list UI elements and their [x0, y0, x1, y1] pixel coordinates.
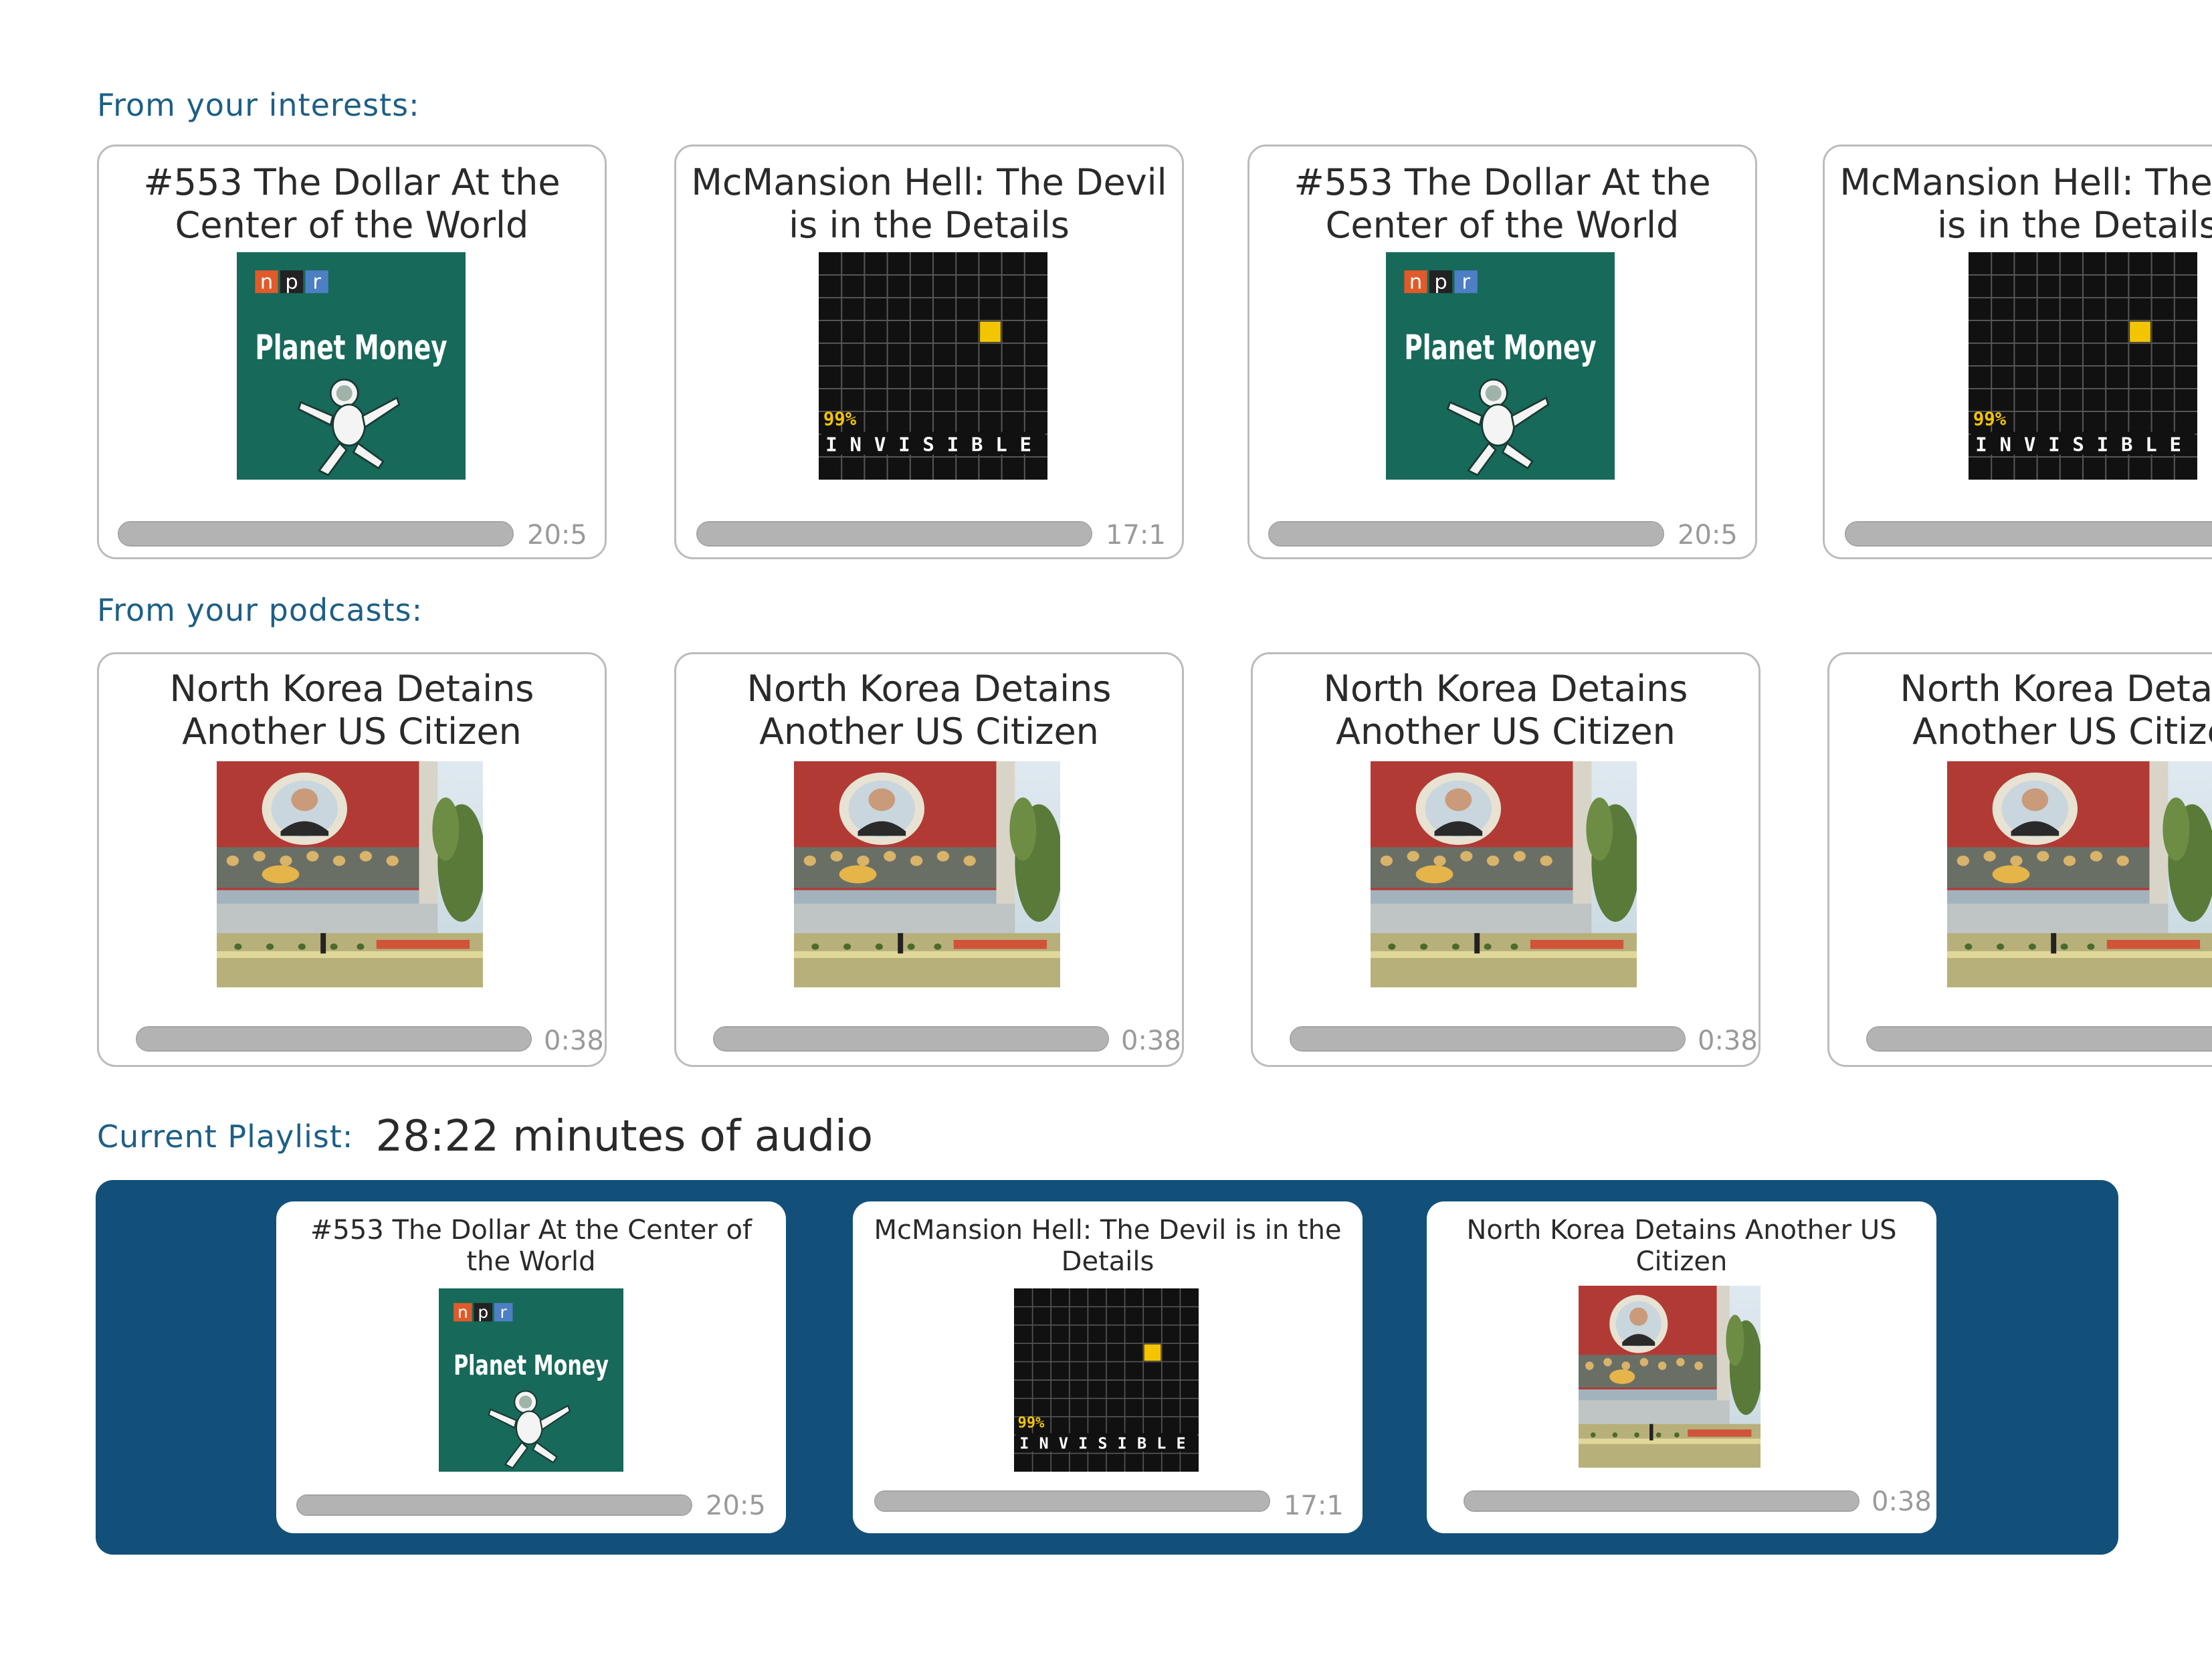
- episode-title: McMansion Hell: The Devil is in the Deta…: [1839, 161, 2212, 246]
- progress-bar[interactable]: [136, 1026, 532, 1052]
- playlist-item[interactable]: #553 The Dollar At the Center of the Wor…: [276, 1201, 786, 1533]
- svg-text:99%: 99%: [823, 409, 857, 429]
- progress-bar[interactable]: [118, 521, 514, 547]
- playlist-label: Current Playlist:: [97, 1118, 354, 1155]
- progress-bar[interactable]: [1268, 521, 1664, 547]
- progress-fill: [876, 1492, 1269, 1510]
- progress-fill: [1291, 1028, 1684, 1050]
- svg-text:99%: 99%: [1018, 1415, 1045, 1432]
- episode-title: McMansion Hell: The Devil is in the Deta…: [874, 1215, 1342, 1278]
- north-korea-photo: [217, 761, 483, 987]
- episode-card[interactable]: North Korea Detains Another US Citizen: [1827, 652, 2212, 1067]
- svg-text:INVISIBLE: INVISIBLE: [1975, 433, 2181, 456]
- episode-duration: 0:38: [1121, 1026, 1181, 1056]
- north-korea-photo: [1371, 761, 1637, 987]
- progress-fill: [698, 522, 1091, 545]
- playlist-item[interactable]: McMansion Hell: The Devil is in the Deta…: [853, 1201, 1363, 1533]
- episode-duration: 17:1: [1284, 1490, 1344, 1521]
- playlist-container[interactable]: #553 The Dollar At the Center of the Wor…: [96, 1180, 2118, 1555]
- 99-invisible-artwork: 99% INVISIBLE: [1969, 252, 2197, 480]
- episode-title: North Korea Detains Another US Citizen: [1323, 668, 1688, 753]
- svg-text:Planet Money: Planet Money: [255, 328, 447, 368]
- playlist-item[interactable]: North Korea Detains Another US Citizen 0…: [1427, 1201, 1936, 1533]
- svg-text:Planet Money: Planet Money: [1404, 328, 1596, 368]
- svg-text:r: r: [500, 1302, 507, 1322]
- episode-title: North Korea Detains Another US Citizen: [169, 668, 534, 753]
- svg-text:p: p: [1434, 270, 1447, 294]
- progress-bar[interactable]: [1290, 1026, 1686, 1052]
- episode-duration: 0:38: [1698, 1026, 1758, 1056]
- episode-card[interactable]: McMansion Hell: The Devil is in the Deta…: [674, 144, 1184, 559]
- north-korea-photo: [1947, 761, 2212, 987]
- 99-invisible-artwork: 99% INVISIBLE: [819, 252, 1047, 480]
- episode-title: #553 The Dollar At the Center of the Wor…: [1294, 161, 1711, 246]
- progress-fill: [1868, 1028, 2212, 1050]
- episode-card[interactable]: North Korea Detains Another US Citizen: [97, 652, 607, 1067]
- planet-money-artwork: n p r Planet Money: [237, 252, 466, 480]
- page: From your interests: #553 The Dollar At …: [0, 0, 2212, 1659]
- episode-duration: 17:1: [1106, 520, 1166, 551]
- svg-text:INVISIBLE: INVISIBLE: [1019, 1434, 1185, 1453]
- progress-bar[interactable]: [874, 1490, 1270, 1512]
- episode-duration: 0:38: [1872, 1486, 1932, 1517]
- svg-text:n: n: [260, 270, 274, 294]
- progress-fill: [298, 1496, 691, 1515]
- progress-fill: [1465, 1492, 1858, 1510]
- progress-fill: [119, 522, 512, 545]
- progress-fill: [1270, 522, 1663, 545]
- planet-money-artwork: n p r Planet Money: [1386, 252, 1615, 480]
- episode-title: McMansion Hell: The Devil is in the Deta…: [691, 161, 1167, 246]
- episode-title: #553 The Dollar At the Center of the Wor…: [143, 161, 561, 246]
- playlist-total-duration: 28:22 minutes of audio: [375, 1112, 874, 1161]
- progress-fill: [714, 1028, 1108, 1050]
- svg-text:p: p: [285, 270, 298, 294]
- episode-duration: 20:5: [706, 1490, 766, 1521]
- svg-text:n: n: [458, 1302, 468, 1322]
- progress-fill: [137, 1028, 530, 1050]
- svg-text:p: p: [478, 1302, 488, 1322]
- interests-section-label: From your interests:: [97, 87, 420, 123]
- episode-card[interactable]: North Korea Detains Another US Citizen: [1251, 652, 1761, 1067]
- svg-text:r: r: [1462, 270, 1470, 294]
- north-korea-photo: [1579, 1286, 1761, 1468]
- progress-bar[interactable]: [1845, 521, 2212, 547]
- episode-title: North Korea Detains Another US Citizen: [1900, 668, 2212, 753]
- svg-text:r: r: [312, 270, 321, 294]
- episode-title: #553 The Dollar At the Center of the Wor…: [310, 1215, 752, 1278]
- svg-text:99%: 99%: [1973, 409, 2007, 429]
- episode-title: North Korea Detains Another US Citizen: [746, 668, 1112, 753]
- progress-bar[interactable]: [296, 1494, 692, 1516]
- progress-bar[interactable]: [696, 521, 1092, 547]
- episode-card[interactable]: #553 The Dollar At the Center of the Wor…: [1247, 144, 1757, 559]
- svg-text:n: n: [1409, 270, 1423, 294]
- progress-bar[interactable]: [1866, 1026, 2212, 1052]
- 99-invisible-artwork: 99% INVISIBLE: [1014, 1288, 1199, 1472]
- podcasts-section-label: From your podcasts:: [97, 592, 423, 628]
- episode-title: North Korea Detains Another US Citizen: [1466, 1215, 1897, 1278]
- planet-money-artwork: n p r Planet Money: [439, 1288, 623, 1472]
- episode-duration: 20:5: [527, 520, 587, 551]
- episode-card[interactable]: McMansion Hell: The Devil is in the Deta…: [1823, 144, 2212, 559]
- svg-text:Planet Money: Planet Money: [454, 1349, 609, 1381]
- north-korea-photo: [794, 761, 1060, 987]
- playlist-header: Current Playlist: 28:22 minutes of audio: [97, 1112, 873, 1161]
- episode-duration: 0:38: [544, 1026, 604, 1056]
- svg-text:INVISIBLE: INVISIBLE: [825, 433, 1031, 456]
- episode-card[interactable]: North Korea Detains Another US Citizen: [674, 652, 1184, 1067]
- episode-card[interactable]: #553 The Dollar At the Center of the Wor…: [97, 144, 607, 559]
- progress-bar[interactable]: [713, 1026, 1109, 1052]
- episode-duration: 20:5: [1678, 520, 1738, 551]
- progress-bar[interactable]: [1464, 1490, 1859, 1512]
- progress-fill: [1846, 522, 2212, 545]
